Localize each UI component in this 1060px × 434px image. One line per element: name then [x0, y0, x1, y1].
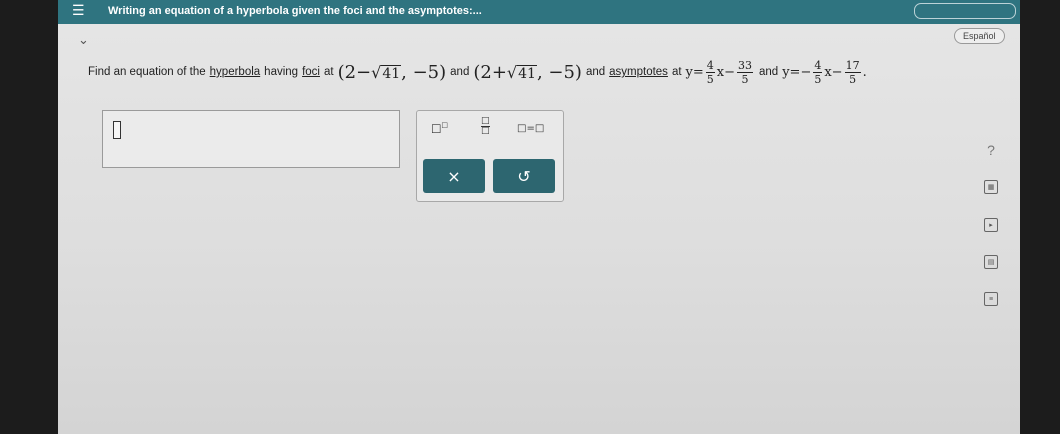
clear-button[interactable]: ×	[423, 159, 485, 193]
calculator-icon[interactable]: ▦	[984, 180, 998, 194]
problem-statement: Find an equation of the hyperbola having…	[88, 52, 968, 92]
focus-1: (2− √ 41, −5)	[337, 61, 447, 83]
language-button[interactable]: Español	[954, 28, 1005, 44]
answer-input[interactable]	[102, 110, 400, 168]
hyperbola-link[interactable]: hyperbola	[210, 66, 261, 78]
chevron-down-icon[interactable]: ⌄	[78, 32, 89, 48]
sqrt-2: √ 41	[506, 62, 537, 82]
sqrt-1: √ 41	[371, 62, 402, 82]
foci-link[interactable]: foci	[302, 66, 320, 78]
asymptote-2: y=− 4 5 x− 17 5.	[782, 58, 867, 86]
page-title: Writing an equation of a hyperbola given…	[108, 5, 482, 17]
undo-button[interactable]: ↺	[493, 159, 555, 193]
exponent-button[interactable]: □□	[431, 121, 448, 135]
problem-at-2: at	[671, 66, 682, 78]
fraction-button[interactable]: □ □	[481, 117, 490, 136]
fraction: 45	[813, 58, 823, 86]
menu-icon[interactable]: ☰	[72, 2, 85, 19]
asymptote-1: y= 4 5 x− 33 5	[685, 58, 754, 86]
fraction: 17 5	[844, 58, 861, 86]
notes-icon[interactable]: ≡	[984, 292, 998, 306]
problem-at: at	[323, 66, 334, 78]
problem-and-1: and	[450, 66, 470, 78]
math-keypad: □□ □ □ □=□ × ↺	[416, 110, 564, 202]
app-window: ☰ Writing an equation of a hyperbola giv…	[58, 0, 1020, 434]
fraction: 33 5	[737, 58, 754, 86]
problem-and-3: and	[759, 66, 779, 78]
asymptotes-link[interactable]: asymptotes	[609, 66, 668, 78]
focus-2: (2+ √ 41, −5)	[473, 61, 582, 83]
top-bar-pill[interactable]	[914, 3, 1016, 19]
input-cursor	[113, 121, 121, 139]
video-icon[interactable]: ▸	[984, 218, 998, 232]
equation-button[interactable]: □=□	[517, 123, 544, 134]
fraction: 45	[705, 58, 715, 86]
top-bar: ☰ Writing an equation of a hyperbola giv…	[58, 0, 1020, 24]
problem-and-2: and	[585, 66, 606, 78]
problem-prefix: Find an equation of the	[88, 66, 206, 78]
grid-icon[interactable]: ▤	[984, 255, 998, 269]
problem-having: having	[264, 66, 299, 78]
help-icon[interactable]: ?	[984, 140, 998, 160]
